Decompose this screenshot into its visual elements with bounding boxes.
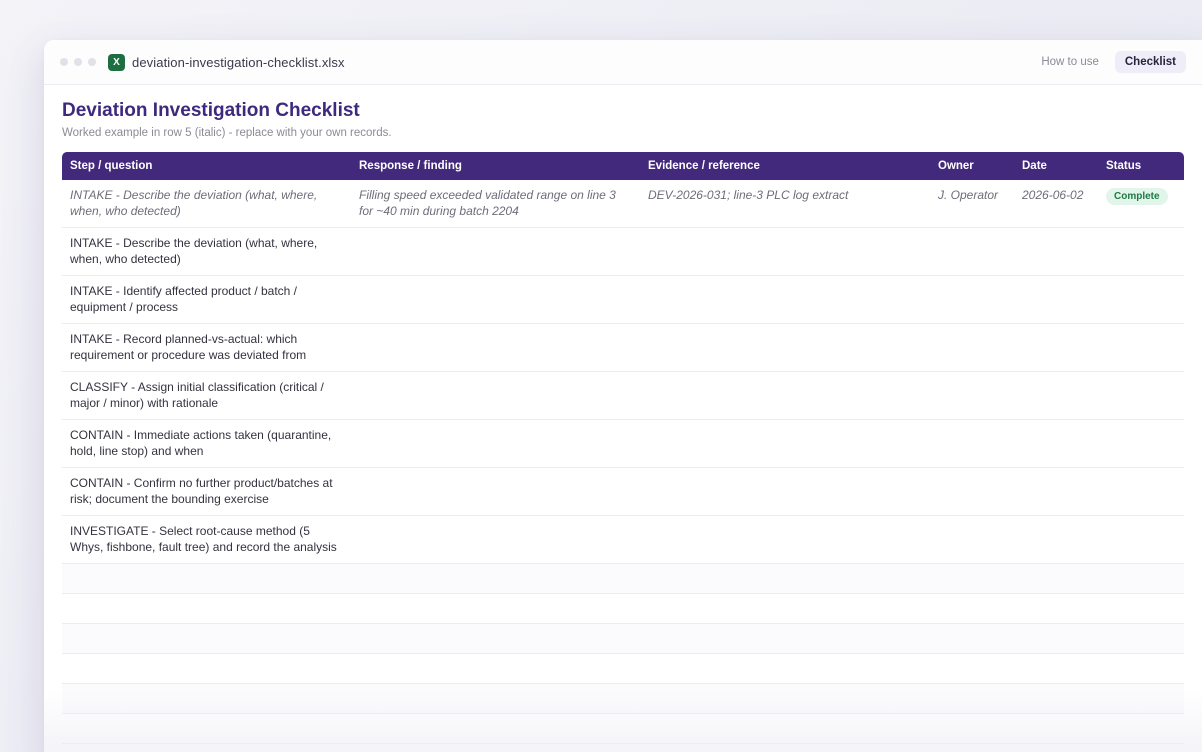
cell-owner[interactable] (930, 276, 1014, 324)
cell-owner[interactable] (930, 468, 1014, 516)
cell-owner[interactable]: J. Operator (930, 180, 1014, 228)
cell-date[interactable] (1014, 276, 1098, 324)
cell-response[interactable] (351, 420, 640, 468)
cell-evidence[interactable] (640, 276, 930, 324)
cell-date[interactable] (1014, 372, 1098, 420)
cell-status[interactable] (1098, 228, 1184, 276)
cell-evidence[interactable] (640, 420, 930, 468)
page-title: Deviation Investigation Checklist (62, 100, 360, 121)
cell-status[interactable] (1098, 468, 1184, 516)
tab-checklist[interactable]: Checklist (1114, 51, 1186, 73)
empty-cell[interactable] (62, 654, 1184, 684)
empty-cell[interactable] (62, 564, 1184, 594)
maximize-window-dot[interactable] (88, 58, 96, 66)
table-row: CONTAIN - Immediate actions taken (quara… (62, 420, 1184, 468)
cell-step[interactable]: INVESTIGATE - Select root-cause method (… (62, 516, 351, 564)
cell-status[interactable] (1098, 324, 1184, 372)
window-controls (60, 58, 96, 66)
column-header-response[interactable]: Response / finding (351, 152, 640, 180)
cell-response[interactable] (351, 324, 640, 372)
cell-status[interactable] (1098, 276, 1184, 324)
cell-evidence[interactable] (640, 228, 930, 276)
status-badge: Complete (1106, 188, 1168, 205)
tab-how-to-use[interactable]: How to use (1031, 51, 1109, 73)
empty-cell[interactable] (62, 624, 1184, 654)
excel-file-icon: X (108, 53, 125, 71)
file-name: deviation-investigation-checklist.xlsx (132, 54, 345, 70)
cell-step[interactable]: CLASSIFY - Assign initial classification… (62, 372, 351, 420)
empty-row (62, 684, 1184, 714)
cell-evidence[interactable] (640, 468, 930, 516)
title-bar: X deviation-investigation-checklist.xlsx… (44, 40, 1202, 85)
table-row: INTAKE - Record planned-vs-actual: which… (62, 324, 1184, 372)
page-subtitle: Worked example in row 5 (italic) - repla… (62, 127, 392, 139)
cell-owner[interactable] (930, 516, 1014, 564)
table-row: INTAKE - Identify affected product / bat… (62, 276, 1184, 324)
cell-owner[interactable] (930, 420, 1014, 468)
cell-owner[interactable] (930, 372, 1014, 420)
cell-step[interactable]: INTAKE - Describe the deviation (what, w… (62, 228, 351, 276)
table-row: INTAKE - Describe the deviation (what, w… (62, 228, 1184, 276)
cell-evidence[interactable] (640, 372, 930, 420)
cell-step[interactable]: CONTAIN - Immediate actions taken (quara… (62, 420, 351, 468)
cell-step[interactable]: INTAKE - Describe the deviation (what, w… (62, 180, 351, 228)
cell-evidence[interactable]: DEV-2026-031; line-3 PLC log extract (640, 180, 930, 228)
cell-date[interactable] (1014, 420, 1098, 468)
empty-cell[interactable] (62, 714, 1184, 744)
cell-owner[interactable] (930, 228, 1014, 276)
empty-row (62, 564, 1184, 594)
checklist-table: Step / question Response / finding Evide… (62, 152, 1184, 744)
cell-status[interactable]: Complete (1098, 180, 1184, 228)
empty-cell[interactable] (62, 594, 1184, 624)
empty-cell[interactable] (62, 684, 1184, 714)
cell-date[interactable] (1014, 468, 1098, 516)
close-window-dot[interactable] (60, 58, 68, 66)
cell-date[interactable] (1014, 228, 1098, 276)
cell-response[interactable] (351, 468, 640, 516)
cell-step[interactable]: INTAKE - Record planned-vs-actual: which… (62, 324, 351, 372)
sheet-content: Deviation Investigation Checklist Worked… (62, 99, 1184, 744)
column-header-date[interactable]: Date (1014, 152, 1098, 180)
cell-response[interactable] (351, 228, 640, 276)
cell-date[interactable]: 2026-06-02 (1014, 180, 1098, 228)
column-header-status[interactable]: Status (1098, 152, 1184, 180)
cell-step[interactable]: INTAKE - Identify affected product / bat… (62, 276, 351, 324)
cell-evidence[interactable] (640, 324, 930, 372)
cell-status[interactable] (1098, 516, 1184, 564)
table-row: CLASSIFY - Assign initial classification… (62, 372, 1184, 420)
empty-row (62, 654, 1184, 684)
column-header-owner[interactable]: Owner (930, 152, 1014, 180)
cell-response[interactable] (351, 276, 640, 324)
cell-response[interactable] (351, 516, 640, 564)
empty-row (62, 624, 1184, 654)
sheet-tabs: How to use Checklist (1031, 51, 1186, 73)
cell-date[interactable] (1014, 324, 1098, 372)
column-header-step[interactable]: Step / question (62, 152, 351, 180)
empty-row (62, 714, 1184, 744)
cell-step[interactable]: CONTAIN - Confirm no further product/bat… (62, 468, 351, 516)
cell-status[interactable] (1098, 420, 1184, 468)
minimize-window-dot[interactable] (74, 58, 82, 66)
table-row: CONTAIN - Confirm no further product/bat… (62, 468, 1184, 516)
cell-status[interactable] (1098, 372, 1184, 420)
column-header-evidence[interactable]: Evidence / reference (640, 152, 930, 180)
cell-evidence[interactable] (640, 516, 930, 564)
app-window: X deviation-investigation-checklist.xlsx… (44, 40, 1202, 752)
example-row: INTAKE - Describe the deviation (what, w… (62, 180, 1184, 228)
empty-row (62, 594, 1184, 624)
table-header-row: Step / question Response / finding Evide… (62, 152, 1184, 180)
cell-response[interactable]: Filling speed exceeded validated range o… (351, 180, 640, 228)
cell-response[interactable] (351, 372, 640, 420)
table-row: INVESTIGATE - Select root-cause method (… (62, 516, 1184, 564)
cell-date[interactable] (1014, 516, 1098, 564)
cell-owner[interactable] (930, 324, 1014, 372)
